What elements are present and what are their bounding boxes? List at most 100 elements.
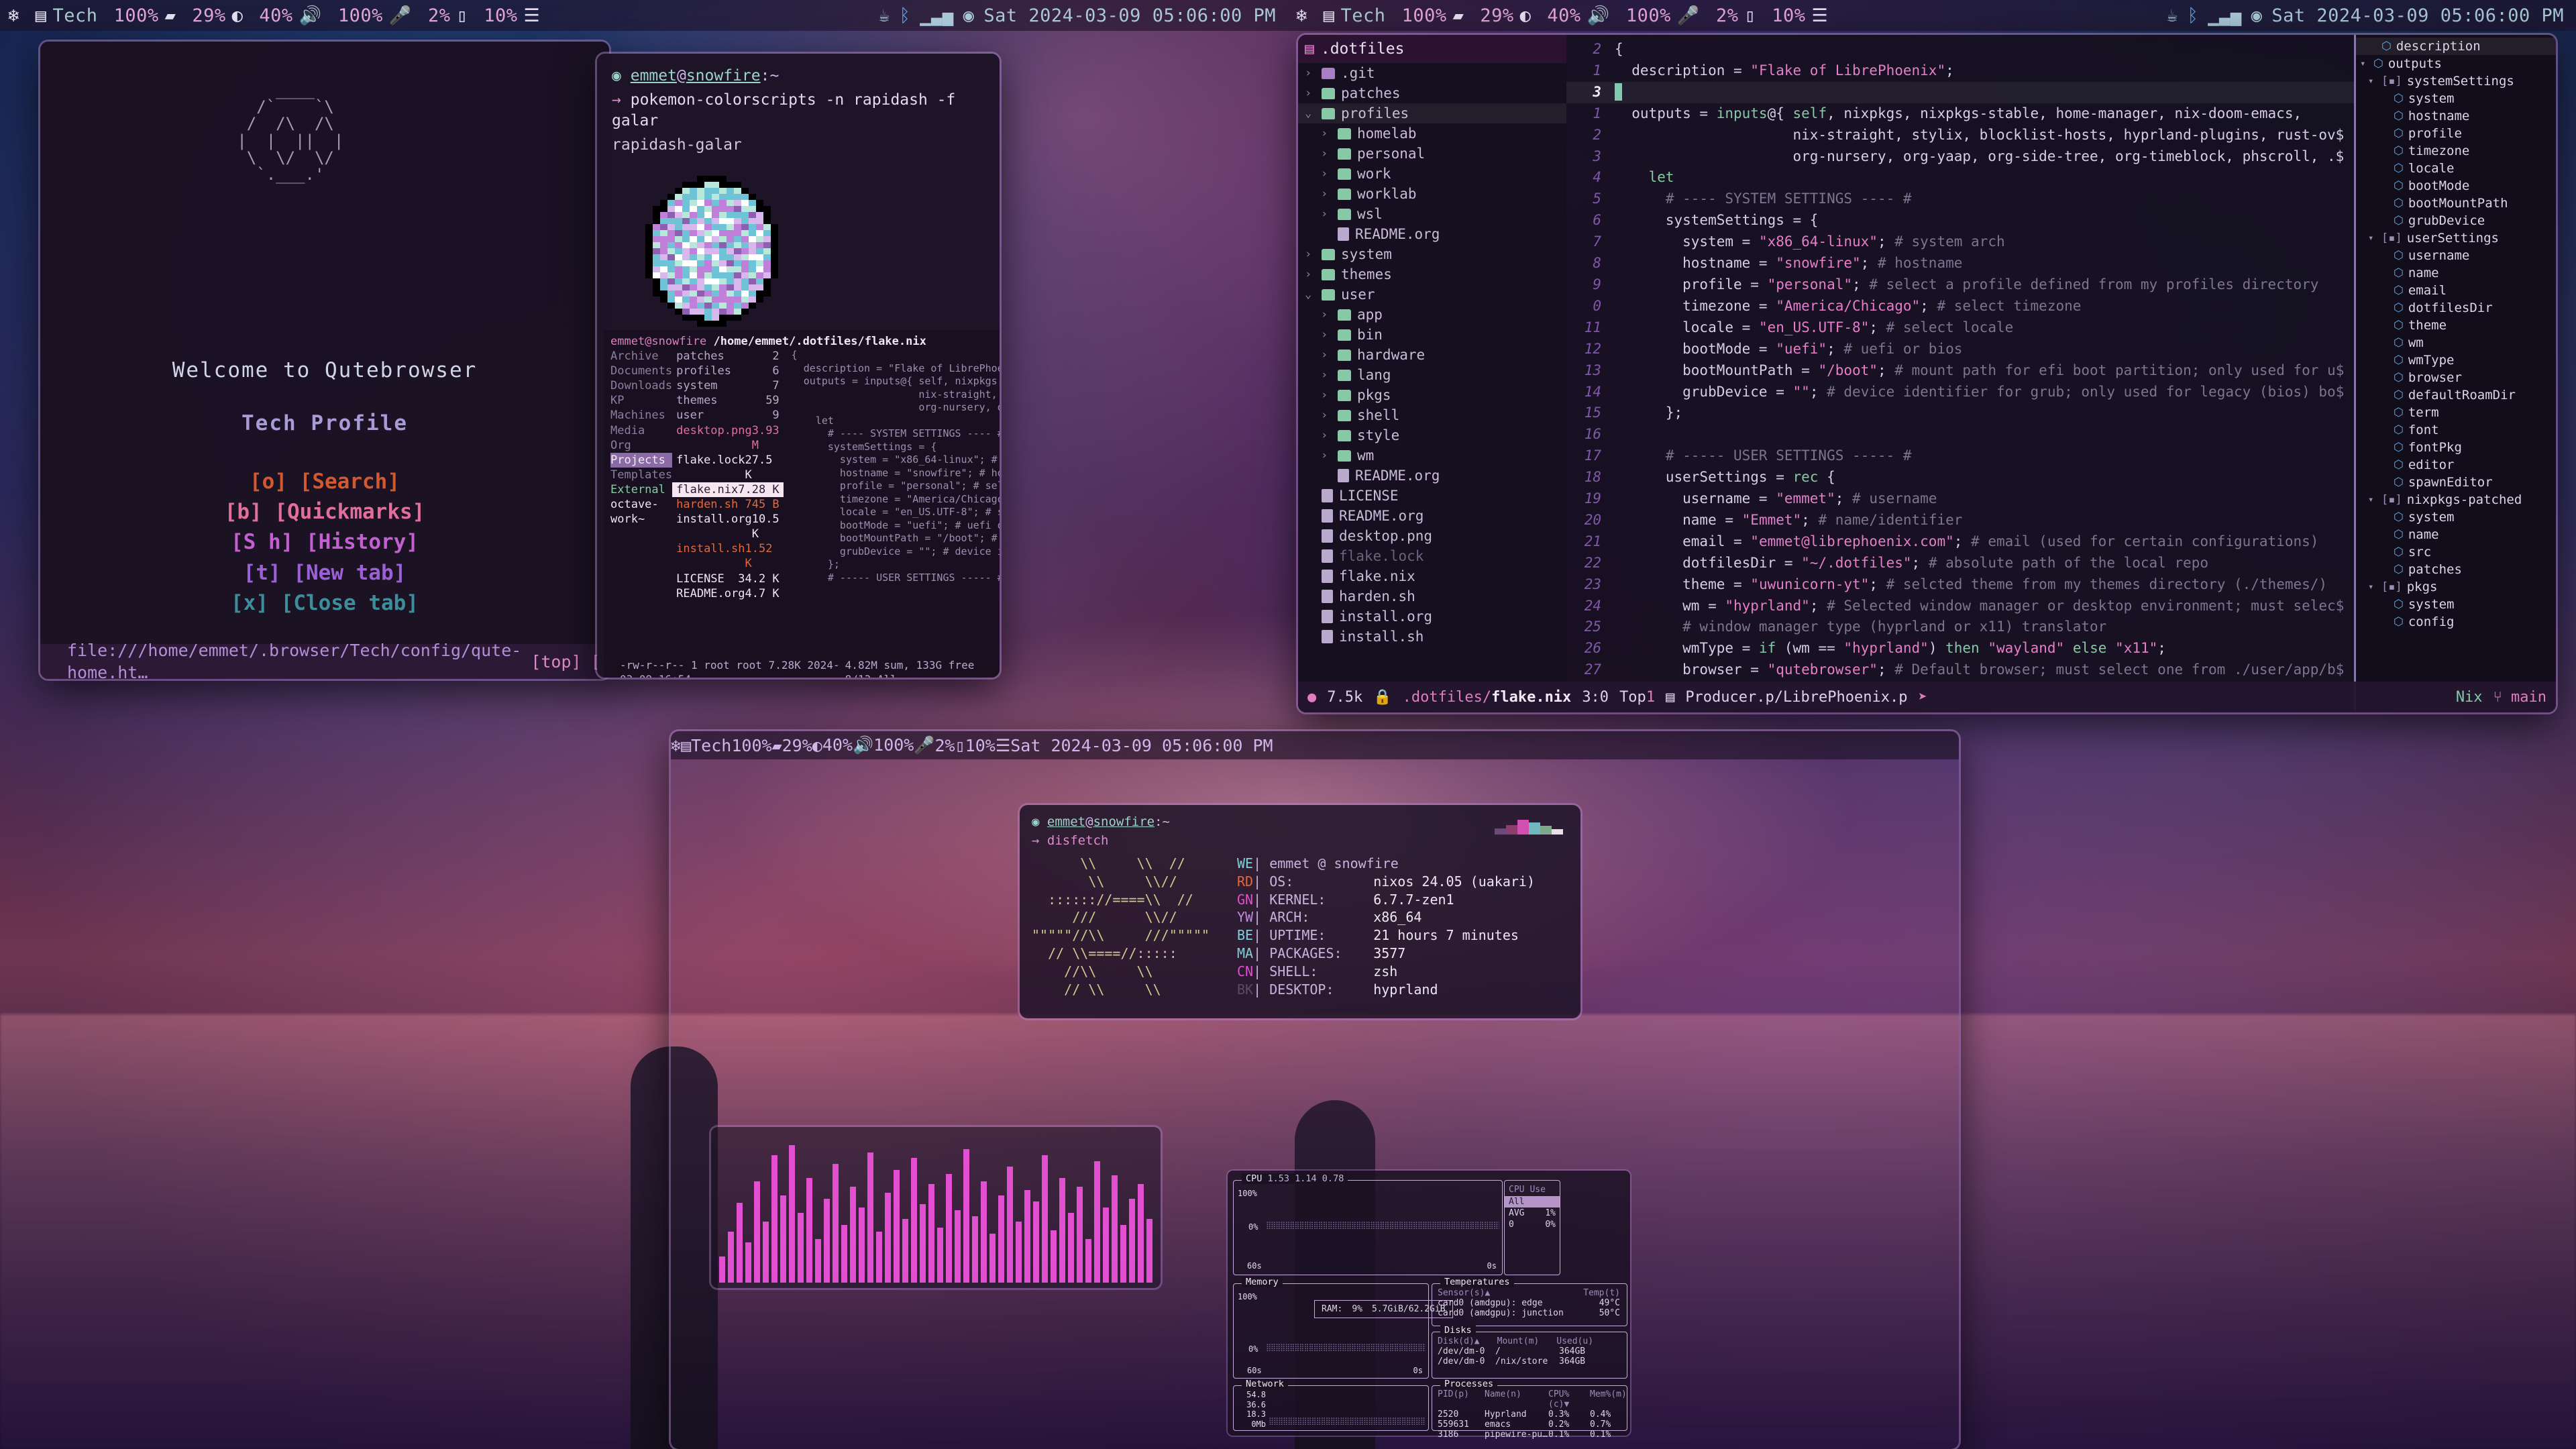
secondary-top-bar[interactable]: ❄ ▤Tech 100%▰ 29%◐ 40%🔊 100%🎤 2%▯ 10%☰ S… <box>671 731 1959 759</box>
code-line[interactable]: 27 browser = "qutebrowser"; # Default br… <box>1566 659 2356 681</box>
outline-item-config[interactable]: ⬡ config <box>2356 613 2556 631</box>
coffee-off-icon[interactable]: ☕ <box>2167 5 2178 26</box>
outline-item-editor[interactable]: ⬡ editor <box>2356 456 2556 474</box>
top-status-bar[interactable]: ❄ ▤ Tech 100% ▰ 29% ◐ 40% 🔊 100% 🎤 2% ▯ 10% ☰ ☕… <box>0 0 1288 31</box>
battery-indicator[interactable]: 100% ▰ <box>106 5 184 26</box>
code-line[interactable]: 1 description = "Flake of LibrePhoenix"; <box>1566 60 2356 82</box>
tree-item-flake-lock[interactable]: flake.lock <box>1298 546 1566 566</box>
outline-item-description[interactable]: ⬡ description <box>2356 38 2556 55</box>
code-line[interactable]: 8 hostname = "snowfire"; # hostname <box>1566 253 2356 274</box>
wifi-signal-icon[interactable]: ▁▃▅ <box>2208 5 2241 26</box>
ranger-file-row[interactable]: desktop.png 3.93 M <box>672 423 784 453</box>
microphone-indicator-2[interactable]: 100% 🎤 <box>1618 5 1708 27</box>
tree-item-readme-org[interactable]: README.org <box>1298 224 1566 244</box>
brightness-indicator-3[interactable]: 29%◐ <box>782 736 822 755</box>
outline-item-profile[interactable]: ⬡ profile <box>2356 125 2556 142</box>
tree-item-style[interactable]: › style <box>1298 425 1566 445</box>
ranger-file-row[interactable]: themes 59 <box>672 393 784 408</box>
cpu-legend-row[interactable]: 0 0% <box>1505 1219 1560 1230</box>
ranger-file-manager[interactable]: emmet@snowfire /home/emmet/.dotfiles/fla… <box>604 330 1000 678</box>
workspace-indicator[interactable]: ▤ Tech <box>28 5 106 26</box>
brightness-indicator[interactable]: 29% ◐ <box>184 5 251 26</box>
process-row[interactable]: 3186 pipewire-pu… 0.1% 0.1% <box>1432 1430 1627 1440</box>
cpu-legend-rows[interactable]: All AVG 1% 0 0% <box>1505 1196 1560 1230</box>
chevron-down-icon[interactable]: ▾ <box>2368 494 2377 505</box>
chevron-down-icon[interactable]: ▾ <box>2360 58 2369 69</box>
memory-indicator-2[interactable]: 2% ▯ <box>1708 5 1764 26</box>
process-row[interactable]: 559631 emacs 0.2% 0.7% <box>1432 1419 1627 1430</box>
btop-system-monitor[interactable]: CPU 1.53 1.14 0.78 100% 0% ⣿⣿⣿⣿⣿⣿⣿⣿⣿⣿⣿⣿⣿… <box>1228 1171 1630 1440</box>
tree-item-system[interactable]: › system <box>1298 244 1566 264</box>
code-line[interactable]: 7 system = "x86_64-linux"; # system arch <box>1566 231 2356 253</box>
qute-shortcut-4[interactable]: [x] [Close tab] <box>40 588 609 619</box>
outline-item-systemsettings[interactable]: ▾ [▪] systemSettings <box>2356 72 2556 90</box>
btop-processes-box[interactable]: Processes PID(p) Name(n) CPU%(c)▼ Mem%(m… <box>1432 1379 1627 1440</box>
cpu-indicator[interactable]: 10% ☰ <box>476 5 548 26</box>
outline-item-wm[interactable]: ⬡ wm <box>2356 334 2556 352</box>
outline-item-dotfilesdir[interactable]: ⬡ dotfilesDir <box>2356 299 2556 317</box>
code-line[interactable]: 3 <box>1566 81 2356 103</box>
outline-item-name[interactable]: ⬡ name <box>2356 264 2556 282</box>
secondary-monitor-window[interactable]: ❄ ▤Tech 100%▰ 29%◐ 40%🔊 100%🎤 2%▯ 10%☰ S… <box>671 731 1959 1449</box>
terminal-pokemon-window[interactable]: ◉ emmet@snowfire:~ → pokemon-colorscript… <box>597 54 1000 678</box>
volume-indicator-3[interactable]: 40%🔊 <box>822 735 873 755</box>
code-line[interactable]: 25 # window manager type (hyprland or x1… <box>1566 616 2356 638</box>
ranger-parent-item[interactable]: Org <box>610 438 672 453</box>
outline-item-outputs[interactable]: ▾ ⬡ outputs <box>2356 55 2556 72</box>
chevron-icon[interactable]: › <box>1321 308 1332 321</box>
outline-item-defaultroamdir[interactable]: ⬡ defaultRoamDir <box>2356 386 2556 404</box>
outline-item-system[interactable]: ⬡ system <box>2356 596 2556 613</box>
ranger-parent-item[interactable]: KP <box>610 393 672 408</box>
tree-item-lang[interactable]: › lang <box>1298 365 1566 385</box>
outline-item-src[interactable]: ⬡ src <box>2356 543 2556 561</box>
code-line[interactable]: 15 }; <box>1566 402 2356 424</box>
outline-item-username[interactable]: ⬡ username <box>2356 247 2556 264</box>
outline-item-system[interactable]: ⬡ system <box>2356 508 2556 526</box>
cava-visualizer[interactable] <box>711 1127 1161 1288</box>
ranger-file-row[interactable]: system 7 <box>672 378 784 393</box>
code-line[interactable]: 2{ <box>1566 39 2356 60</box>
memory-indicator[interactable]: 2% ▯ <box>420 5 476 26</box>
ranger-parent-column[interactable]: Archive Documents Downloads KP Machines Media… <box>604 349 673 601</box>
tree-item-readme-org[interactable]: README.org <box>1298 466 1566 486</box>
code-line[interactable]: 21 email = "emmet@librephoenix.com"; # e… <box>1566 531 2356 553</box>
outline-item-browser[interactable]: ⬡ browser <box>2356 369 2556 386</box>
chevron-icon[interactable]: › <box>1305 87 1316 100</box>
code-line[interactable]: 1 outputs = inputs@{ self, nixpkgs, nixp… <box>1566 103 2356 125</box>
btop-memory-box[interactable]: Memory 100% 0% RAM: 9% 5.7GiB/62.2GiB ⣿⣿… <box>1233 1277 1453 1379</box>
battery-indicator-2[interactable]: 100% ▰ <box>1394 5 1472 26</box>
disfetch-terminal[interactable]: ◉ emmet@snowfire:~ → disfetch \\ \\ // \… <box>1020 805 1580 1018</box>
chevron-icon[interactable]: › <box>1305 248 1316 261</box>
chevron-icon[interactable]: › <box>1321 388 1332 402</box>
outline-item-patches[interactable]: ⬡ patches <box>2356 561 2556 578</box>
cpu-legend-row[interactable]: AVG 1% <box>1505 1208 1560 1219</box>
chevron-icon[interactable]: › <box>1305 268 1316 281</box>
qute-shortcut-3[interactable]: [t] [New tab] <box>40 558 609 588</box>
code-line[interactable]: 12 bootMode = "uefi"; # uefi or bios <box>1566 339 2356 360</box>
outline-item-spawneditor[interactable]: ⬡ spawnEditor <box>2356 474 2556 491</box>
outline-item-email[interactable]: ⬡ email <box>2356 282 2556 299</box>
chevron-icon[interactable]: › <box>1321 409 1332 422</box>
outline-item-wmtype[interactable]: ⬡ wmType <box>2356 352 2556 369</box>
ranger-parent-item[interactable]: Archive <box>610 349 672 364</box>
chevron-icon[interactable]: › <box>1321 449 1332 462</box>
system-tray[interactable]: ☕ ᛒ ▁▃▅ ◉ Sat 2024-03-09 05:06:00 PM <box>879 5 1288 26</box>
chevron-down-icon[interactable]: ▾ <box>2368 582 2377 592</box>
top-status-bar-secondary[interactable]: ❄ ▤ Tech 100% ▰ 29% ◐ 40% 🔊 100% 🎤 2% ▯ 10% ☰ ☕… <box>1288 0 2576 31</box>
nix-logo[interactable]: ❄ <box>0 5 28 26</box>
neovim-code-editor[interactable]: 2{1 description = "Flake of LibrePhoenix… <box>1566 35 2356 682</box>
outline-item-pkgs[interactable]: ▾ [▪] pkgs <box>2356 578 2556 596</box>
ranger-file-row[interactable]: install.sh 1.52 K <box>672 541 784 571</box>
code-line[interactable]: 4 let <box>1566 167 2356 189</box>
chevron-icon[interactable]: › <box>1321 147 1332 160</box>
qutebrowser-shortcut-menu[interactable]: [o] [Search] [b] [Quickmarks] [S h] [Histo… <box>40 467 609 619</box>
chevron-icon[interactable]: › <box>1321 368 1332 382</box>
chevron-down-icon[interactable]: ▾ <box>2368 233 2377 244</box>
qutebrowser-window[interactable]: ____ /` `\ / /\ /\ | | || | \ \/ \/ `.__… <box>40 42 609 679</box>
code-line[interactable]: 6 systemSettings = { <box>1566 210 2356 231</box>
wifi-signal-icon[interactable]: ▁▃▅ <box>920 5 953 26</box>
chevron-icon[interactable]: › <box>1321 348 1332 362</box>
ranger-file-row[interactable]: patches 2 <box>672 349 784 364</box>
tree-item-wsl[interactable]: › wsl <box>1298 204 1566 224</box>
tree-item-worklab[interactable]: › worklab <box>1298 184 1566 204</box>
